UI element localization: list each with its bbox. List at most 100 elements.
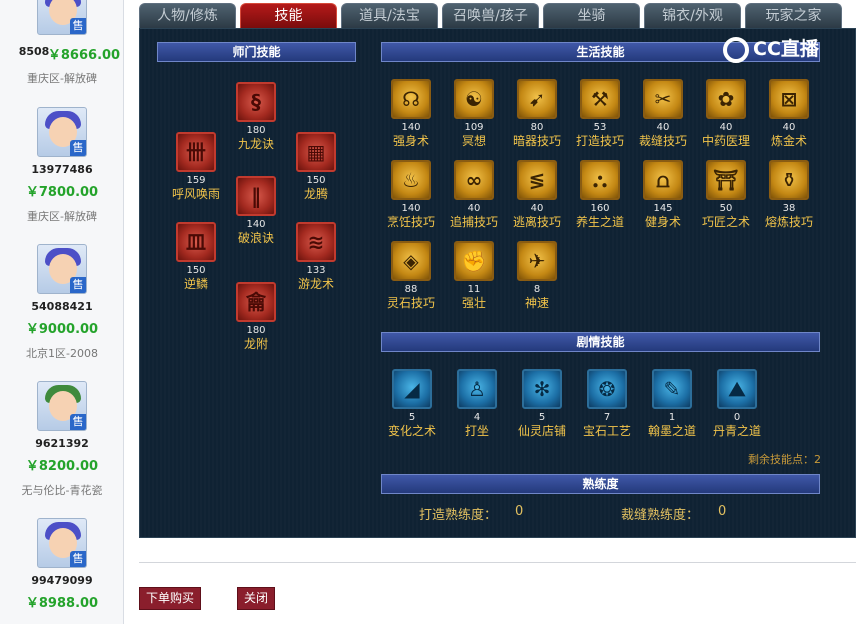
school-skill[interactable]: 皿 150 逆鳞 [164, 222, 228, 292]
life-skill[interactable]: ≶ 40 逃离技巧 [505, 160, 569, 230]
sale-badge: 售 [70, 414, 86, 430]
life-skill[interactable]: ⚱ 38 熔炼技巧 [757, 160, 821, 230]
story-skill[interactable]: ✻ 5 仙灵店铺 [510, 369, 574, 439]
tab-skills[interactable]: 技能 [240, 3, 337, 28]
painting-icon: ⛰ [717, 369, 757, 409]
scissors-icon: ✂ [643, 79, 683, 119]
life-skill[interactable]: ⛬ 160 养生之道 [568, 160, 632, 230]
cc-live-watermark: CC直播 [723, 34, 835, 63]
life-skill[interactable]: ⩍ 145 健身术 [631, 160, 695, 230]
school-skill[interactable]: 卌 159 呼风唤雨 [164, 132, 228, 202]
remaining-skill-points: 剩余技能点：2 [748, 453, 821, 466]
story-skill[interactable]: ♙ 4 打坐 [445, 369, 509, 439]
craftsman-icon: ⛩ [706, 160, 746, 200]
tailoring-proficiency-value: 0 [718, 504, 727, 519]
school-skill[interactable]: § 180 九龙诀 [224, 82, 288, 152]
listing-avatar[interactable]: 售 [37, 518, 87, 568]
dragon-icon: § [236, 82, 276, 122]
health-icon: ⛬ [580, 160, 620, 200]
listing-id: 13977486 [31, 163, 93, 176]
wind-icon: 卌 [176, 132, 216, 172]
story-skills-header: 剧情技能 [381, 332, 820, 352]
detail-tabs: 人物/修炼 技能 道具/法宝 召唤兽/孩子 坐骑 锦衣/外观 玩家之家 [139, 3, 856, 28]
smelting-icon: ⚱ [769, 160, 809, 200]
tab-outfits[interactable]: 锦衣/外观 [644, 3, 741, 28]
body-icon: ☊ [391, 79, 431, 119]
cooking-icon: ♨ [391, 160, 431, 200]
life-skill[interactable]: ✊ 11 强壮 [442, 241, 506, 311]
sale-badge: 售 [70, 140, 86, 156]
wave-icon: ‖ [236, 176, 276, 216]
story-skill[interactable]: ⛰ 0 丹青之道 [705, 369, 769, 439]
listing-id: 54088421 [31, 300, 93, 313]
listing-server[interactable]: 北京1区-2008 [0, 345, 124, 361]
listing-price: ￥9000.00 [25, 322, 99, 337]
dart-icon: ➹ [517, 79, 557, 119]
life-skill[interactable]: ✿ 40 中药医理 [694, 79, 758, 149]
proficiency-header: 熟练度 [381, 474, 820, 494]
school-skill[interactable]: ▦ 150 龙腾 [284, 132, 348, 202]
life-skill[interactable]: ⚒ 53 打造技巧 [568, 79, 632, 149]
divider [139, 562, 856, 563]
life-skill[interactable]: ♨ 140 烹饪技巧 [379, 160, 443, 230]
life-skill[interactable]: ◈ 88 灵石技巧 [379, 241, 443, 311]
listing-server[interactable]: 重庆区-解放碑 [0, 208, 124, 224]
chase-icon: ∞ [454, 160, 494, 200]
life-skill[interactable]: ✂ 40 裁缝技巧 [631, 79, 695, 149]
sale-badge: 售 [70, 18, 86, 34]
alchemy-icon: ⊠ [769, 79, 809, 119]
listing-price: ￥8988.00 [25, 596, 99, 611]
skills-panel: 师门技能 生活技能 § 180 九龙诀 卌 159 呼风唤雨 ▦ 150 龙腾 … [139, 28, 856, 538]
listing-id: 99479099 [31, 574, 93, 587]
buy-button[interactable]: 下单购买 [139, 587, 201, 610]
speed-icon: ✈ [517, 241, 557, 281]
scale-icon: 皿 [176, 222, 216, 262]
tab-character[interactable]: 人物/修炼 [139, 3, 236, 28]
life-skill[interactable]: ⊠ 40 炼金术 [757, 79, 821, 149]
life-skill[interactable]: ⛩ 50 巧匠之术 [694, 160, 758, 230]
ink-icon: ✎ [652, 369, 692, 409]
story-skill[interactable]: ◢ 5 变化之术 [380, 369, 444, 439]
listing-avatar[interactable]: 售 [37, 0, 87, 35]
forging-proficiency-label: 打造熟练度： [419, 508, 498, 523]
tab-player-home[interactable]: 玩家之家 [745, 3, 842, 28]
listing-price: ￥8666.00 [47, 48, 121, 63]
tailoring-proficiency-label: 裁缝熟练度： [621, 508, 700, 523]
life-skill[interactable]: ☊ 140 强身术 [379, 79, 443, 149]
close-button[interactable]: 关闭 [237, 587, 275, 610]
listing-server[interactable]: 重庆区-解放碑 [0, 70, 124, 86]
story-skill[interactable]: ✎ 1 翰墨之道 [640, 369, 704, 439]
life-skill[interactable]: ∞ 40 追捕技巧 [442, 160, 506, 230]
life-skill[interactable]: ➹ 80 暗器技巧 [505, 79, 569, 149]
strength-icon: ✊ [454, 241, 494, 281]
listing-avatar[interactable]: 售 [37, 107, 87, 157]
school-skill[interactable]: ‖ 140 破浪诀 [224, 176, 288, 246]
listing-price: ￥8200.00 [25, 459, 99, 474]
listing-sidebar: 售 8508 ￥8666.00 重庆区-解放碑 售 13977486 ￥7800… [0, 0, 124, 624]
forge-icon: ⚒ [580, 79, 620, 119]
tab-mounts[interactable]: 坐骑 [543, 3, 640, 28]
listing-server[interactable]: 无与伦比-青花瓷 [0, 482, 124, 498]
school-skill[interactable]: 龠 180 龙附 [224, 282, 288, 352]
sale-badge: 售 [70, 551, 86, 567]
school-skill[interactable]: ≋ 133 游龙术 [284, 222, 348, 292]
fitness-icon: ⩍ [643, 160, 683, 200]
meditation-icon: ♙ [457, 369, 497, 409]
listing-id: 9621392 [35, 437, 89, 450]
life-skill[interactable]: ✈ 8 神速 [505, 241, 569, 311]
transform-icon: ◢ [392, 369, 432, 409]
life-skill[interactable]: ☯ 109 冥想 [442, 79, 506, 149]
story-skill[interactable]: ❂ 7 宝石工艺 [575, 369, 639, 439]
cc-logo-icon [723, 36, 749, 63]
forging-proficiency-value: 0 [515, 504, 524, 519]
meditate-icon: ☯ [454, 79, 494, 119]
swim-icon: ≋ [296, 222, 336, 262]
school-skills-header: 师门技能 [157, 42, 356, 62]
gem-icon: ◈ [391, 241, 431, 281]
attach-icon: 龠 [236, 282, 276, 322]
tab-pets[interactable]: 召唤兽/孩子 [442, 3, 539, 28]
tab-items[interactable]: 道具/法宝 [341, 3, 438, 28]
listing-avatar[interactable]: 售 [37, 244, 87, 294]
listing-avatar[interactable]: 售 [37, 381, 87, 431]
listing-price: ￥7800.00 [25, 185, 99, 200]
